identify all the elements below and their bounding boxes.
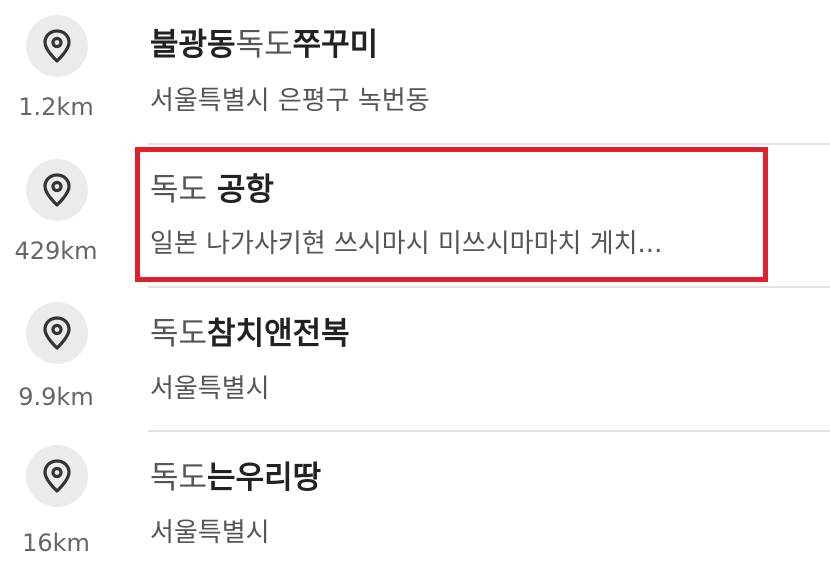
result-title-suffix: 참치앤전복 — [207, 316, 350, 352]
location-pin-icon — [26, 445, 88, 507]
location-pin-icon — [26, 15, 88, 77]
result-title: 독도는우리땅 — [150, 463, 321, 494]
distance-label: 16km — [22, 529, 90, 557]
result-title: 독도참치앤전복 — [150, 319, 350, 350]
location-pin-icon — [26, 302, 88, 364]
distance-label: 1.2km — [18, 93, 94, 121]
row-divider — [148, 286, 830, 288]
result-title-match: 독도 — [150, 460, 208, 496]
row-divider — [148, 143, 830, 145]
highlight-box — [135, 147, 768, 282]
result-title-match: 독도 — [235, 27, 293, 63]
result-title: 불광동독도쭈꾸미 — [150, 30, 378, 61]
result-address: 서울특별시 — [150, 518, 270, 548]
result-address: 서울특별시 — [150, 374, 270, 404]
row-divider — [148, 430, 830, 432]
result-address: 서울특별시 은평구 녹번동 — [150, 86, 430, 116]
result-row[interactable]: 16km 독도는우리땅 서울특별시 — [0, 430, 830, 571]
result-row[interactable]: 1.2km 불광동독도쭈꾸미 서울특별시 은평구 녹번동 — [0, 0, 830, 145]
result-title-match: 독도 — [150, 316, 208, 352]
result-row[interactable]: 9.9km 독도참치앤전복 서울특별시 — [0, 286, 830, 431]
result-title-prefix: 불광동 — [150, 27, 236, 63]
distance-label: 429km — [14, 237, 98, 265]
distance-label: 9.9km — [18, 383, 94, 411]
result-title-suffix: 쭈꾸미 — [292, 27, 379, 63]
location-pin-icon — [26, 159, 88, 221]
result-title-suffix: 는우리땅 — [207, 460, 322, 496]
search-results-list: 1.2km 불광동독도쭈꾸미 서울특별시 은평구 녹번동 429km 독도 공항… — [0, 0, 830, 571]
